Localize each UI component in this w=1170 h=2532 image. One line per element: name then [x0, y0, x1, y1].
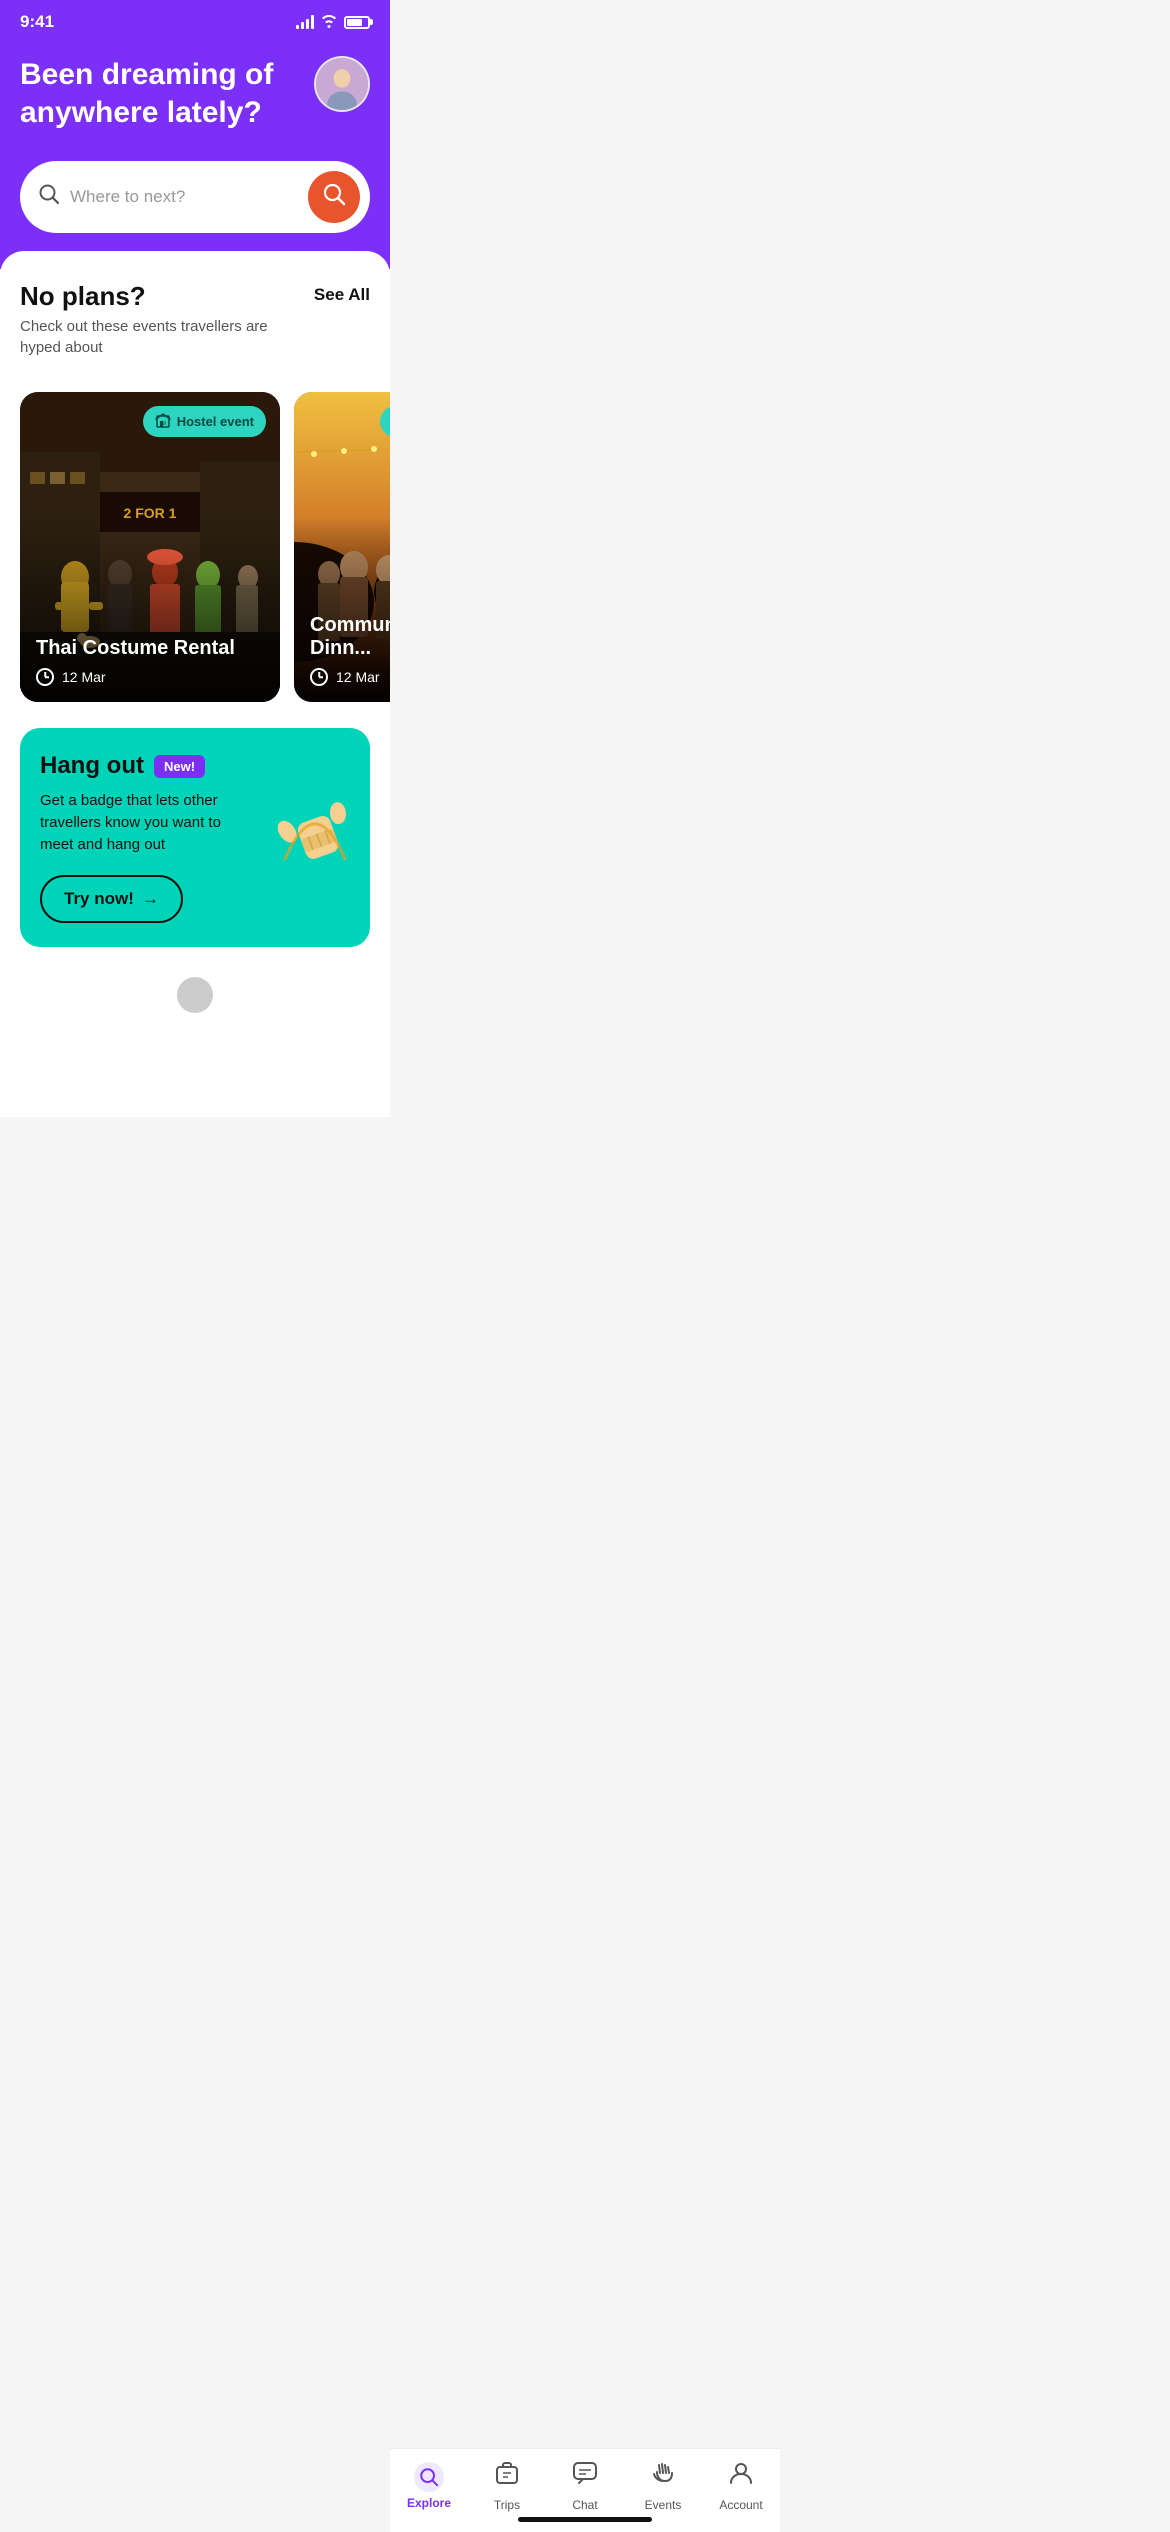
event-card-date-2: 12 Mar	[310, 668, 390, 686]
search-button-icon	[322, 182, 346, 212]
events-icon	[649, 2459, 677, 2494]
section-header: No plans? See All	[20, 281, 370, 312]
shaka-hand-icon	[270, 784, 360, 874]
chat-icon	[571, 2459, 599, 2494]
nav-item-account[interactable]: Account	[702, 2459, 780, 2512]
signal-bars-icon	[296, 15, 314, 29]
search-button[interactable]	[308, 171, 360, 223]
explore-icon-container	[414, 2462, 444, 2492]
event-badge-1: Hostel event	[143, 406, 266, 437]
home-indicator	[518, 2517, 652, 2522]
try-now-button[interactable]: Try now! →	[40, 875, 183, 923]
clock-icon-1	[36, 668, 54, 686]
nav-item-trips[interactable]: Trips	[468, 2459, 546, 2512]
no-plans-title: No plans?	[20, 281, 146, 312]
nav-label-explore: Explore	[407, 2496, 451, 2510]
event-card-bottom-2: Communal Dinn... 12 Mar	[294, 598, 390, 702]
hangout-title: Hang out	[40, 752, 144, 780]
event-card-1[interactable]: 2 FOR 1 Hostel	[20, 392, 280, 702]
header: Been dreaming of anywhere lately?	[0, 40, 390, 161]
no-plans-subtitle: Check out these events travellers are hy…	[20, 316, 290, 358]
hangout-section: Hang out New! Get a badge that lets othe…	[20, 728, 370, 947]
hostel-icon	[155, 412, 171, 431]
status-time: 9:41	[20, 12, 54, 32]
nav-item-chat[interactable]: Chat	[546, 2459, 624, 2512]
hangout-content: Hang out New! Get a badge that lets othe…	[40, 752, 251, 923]
event-badge-1-label: Hostel event	[177, 414, 254, 429]
clock-icon-2	[310, 668, 328, 686]
status-icons	[296, 14, 370, 31]
events-scroll[interactable]: 2 FOR 1 Hostel	[0, 374, 390, 720]
event-card-2[interactable]: f... Communal Dinn... 12 Mar	[294, 392, 390, 702]
event-card-title-1: Thai Costume Rental	[36, 637, 264, 660]
home-indicator-container	[518, 2509, 652, 2526]
header-title: Been dreaming of anywhere lately?	[20, 56, 280, 131]
avatar[interactable]	[314, 56, 370, 112]
wifi-icon	[320, 14, 338, 31]
nav-label-trips: Trips	[494, 2498, 520, 2512]
hangout-description: Get a badge that lets other travellers k…	[40, 790, 251, 855]
search-placeholder: Where to next?	[70, 187, 298, 207]
event-date-1: 12 Mar	[62, 669, 106, 685]
search-icon-left	[38, 183, 60, 211]
nav-label-account: Account	[719, 2498, 762, 2512]
event-card-title-2: Communal Dinn...	[310, 614, 390, 660]
main-content: No plans? See All Check out these events…	[0, 251, 390, 1117]
see-all-button[interactable]: See All	[314, 281, 370, 305]
scroll-indicator	[0, 967, 390, 1017]
account-icon	[727, 2459, 755, 2494]
no-plans-section: No plans? See All Check out these events…	[0, 251, 390, 374]
trips-icon	[493, 2459, 521, 2494]
status-bar: 9:41	[0, 0, 390, 40]
hangout-header: Hang out New!	[40, 752, 251, 780]
search-bar[interactable]: Where to next?	[20, 161, 370, 233]
event-card-date-1: 12 Mar	[36, 668, 264, 686]
nav-item-events[interactable]: Events	[624, 2459, 702, 2512]
event-card-bottom-1: Thai Costume Rental 12 Mar	[20, 621, 280, 702]
nav-item-explore[interactable]: Explore	[390, 2462, 468, 2510]
scroll-dot	[177, 977, 213, 1013]
battery-icon	[344, 16, 370, 29]
try-now-label: Try now!	[64, 889, 134, 909]
event-date-2: 12 Mar	[336, 669, 380, 685]
new-badge: New!	[154, 755, 205, 778]
try-now-arrow: →	[142, 889, 159, 909]
explore-search-icon	[419, 2467, 439, 2487]
